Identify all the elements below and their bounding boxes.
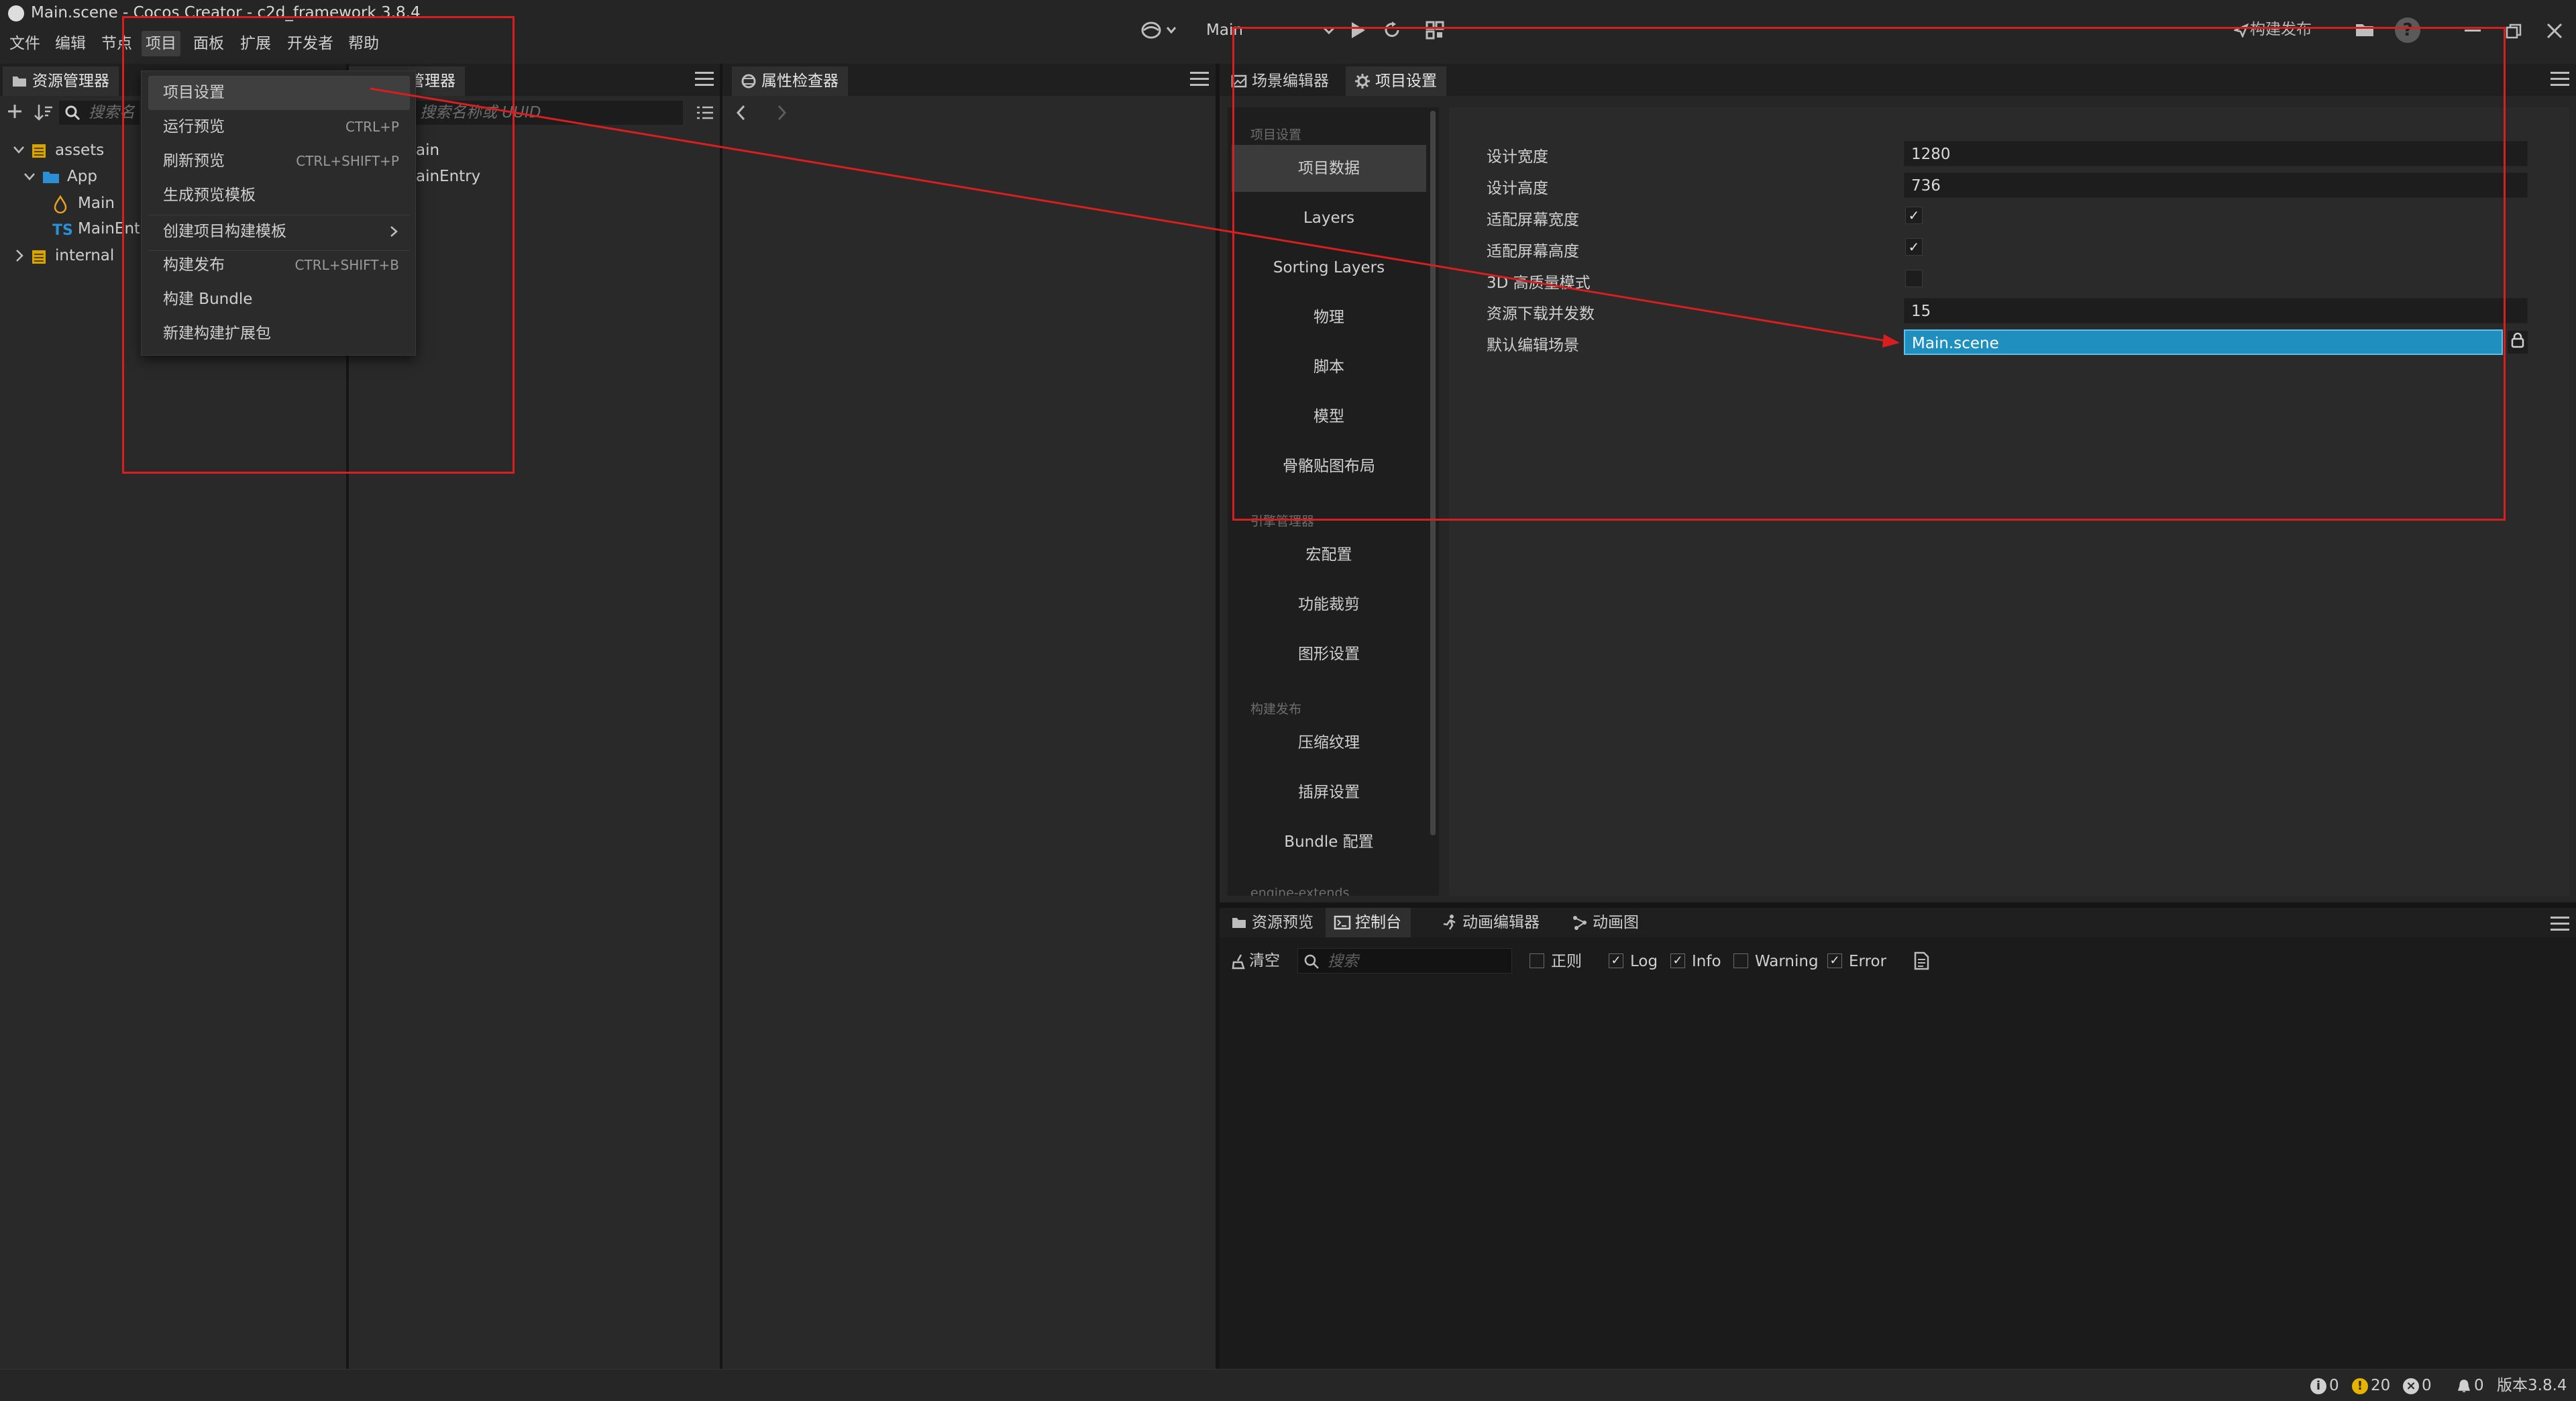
annotation-arrow (370, 87, 1900, 348)
